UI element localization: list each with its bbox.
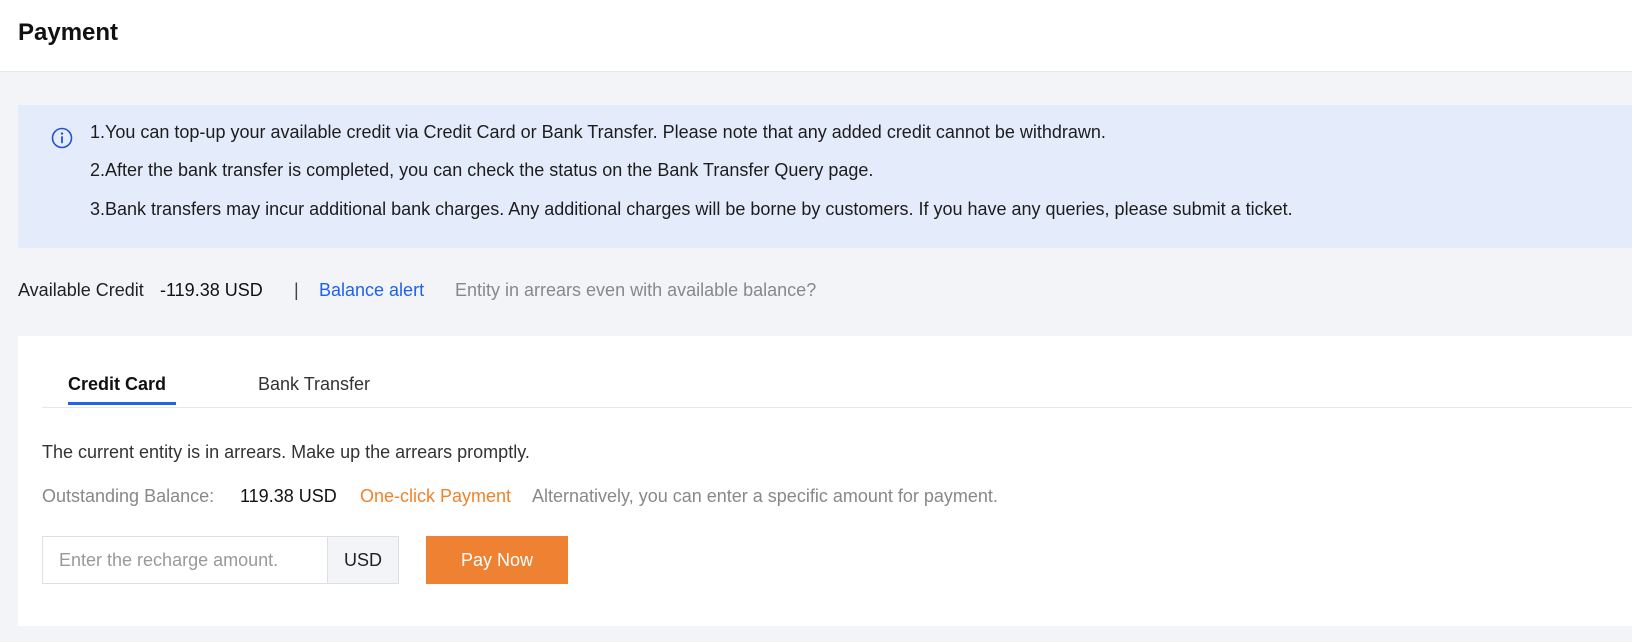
outstanding-balance-value: 119.38 USD (240, 486, 337, 506)
page-header: Payment (0, 0, 1632, 72)
credit-divider: | (294, 280, 299, 300)
page-title: Payment (18, 19, 119, 46)
info-circle-icon (51, 127, 73, 149)
pay-now-button[interactable]: Pay Now (426, 536, 568, 584)
notice-line-2: 2.After the bank transfer is completed, … (90, 160, 874, 180)
available-credit-label: Available Credit (18, 280, 144, 300)
notice-line-3: 3.Bank transfers may incur additional ba… (90, 199, 1293, 219)
recharge-amount-input[interactable] (42, 536, 328, 584)
info-notice: 1.You can top-up your available credit v… (18, 105, 1632, 248)
one-click-payment-link[interactable]: One-click Payment (360, 484, 511, 508)
payment-panel: Credit Card Bank Transfer The current en… (18, 336, 1632, 626)
arrears-message: The current entity is in arrears. Make u… (42, 442, 530, 462)
outstanding-balance-label: Outstanding Balance: (42, 486, 215, 506)
notice-line-1: 1.You can top-up your available credit v… (90, 122, 1106, 142)
currency-unit-addon: USD (328, 536, 399, 584)
tab-credit-card[interactable]: Credit Card (68, 372, 166, 396)
balance-alert-link[interactable]: Balance alert (319, 277, 424, 303)
available-credit-value: -119.38 USD (160, 280, 263, 300)
alternative-payment-hint: Alternatively, you can enter a specific … (532, 486, 998, 506)
payment-method-tabs: Credit Card Bank Transfer (42, 336, 1632, 408)
arrears-help-link[interactable]: Entity in arrears even with available ba… (455, 277, 816, 303)
active-tab-indicator (68, 402, 176, 405)
tab-bank-transfer[interactable]: Bank Transfer (258, 372, 370, 396)
